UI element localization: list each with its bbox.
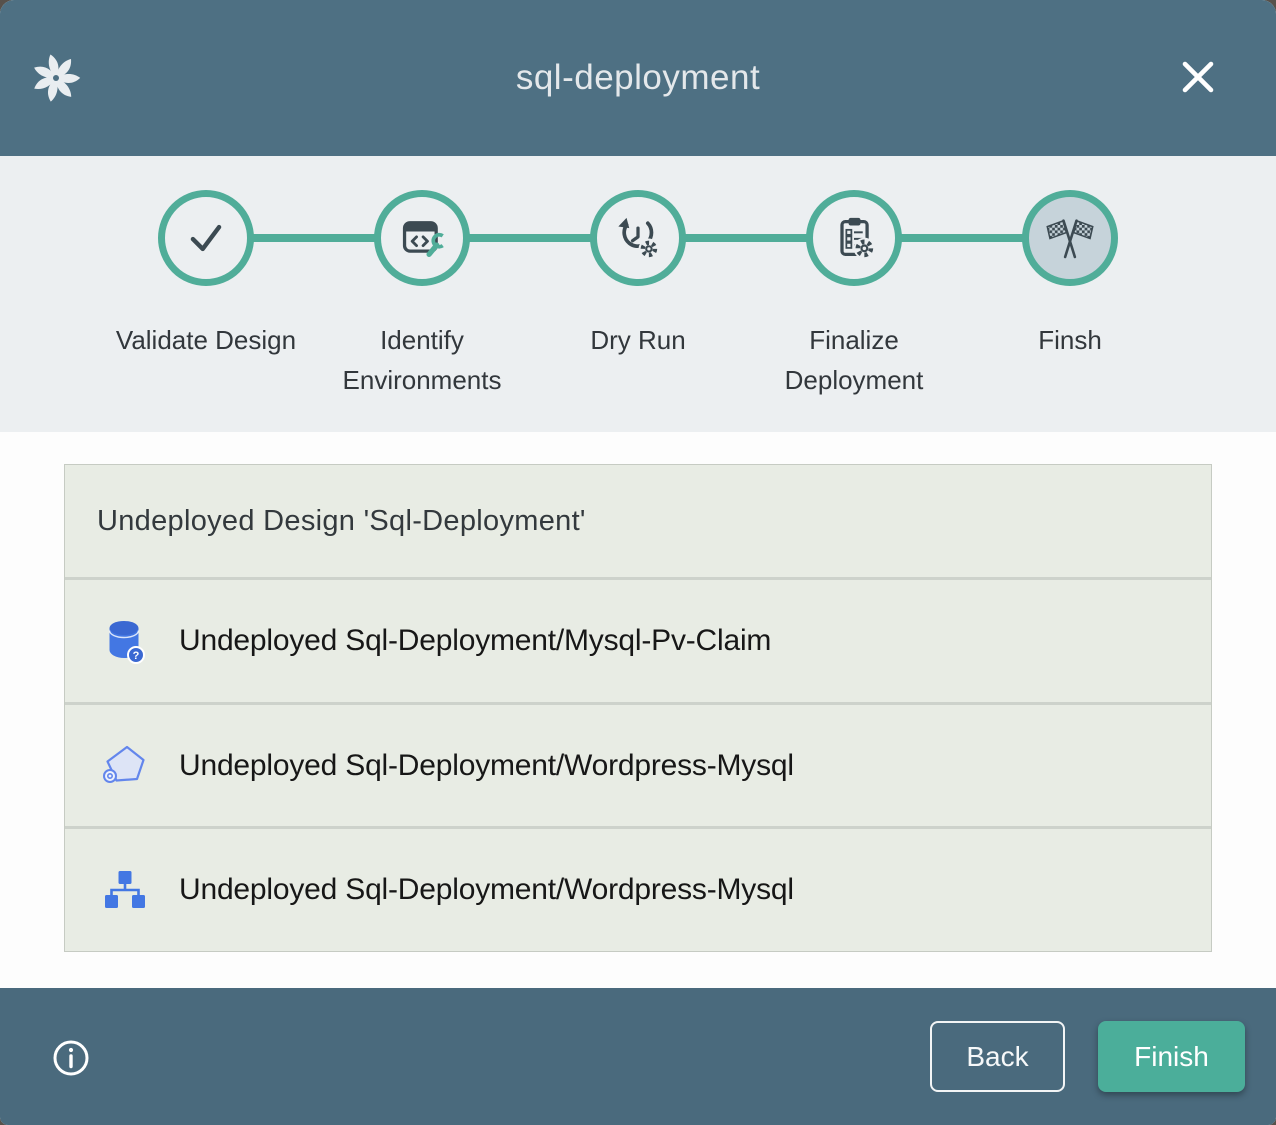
status-row-text: Undeployed Sql-Deployment/Wordpress-Mysq… xyxy=(179,749,794,783)
wizard-content: Undeployed Design 'Sql-Deployment' ? Und… xyxy=(0,432,1276,988)
step-label: Dry Run xyxy=(590,320,685,360)
database-icon: ? xyxy=(103,616,147,666)
finish-button[interactable]: Finish xyxy=(1098,1021,1245,1092)
status-panel-header: Undeployed Design 'Sql-Deployment' xyxy=(65,465,1211,577)
status-row-text: Undeployed Sql-Deployment/Wordpress-Mysq… xyxy=(179,873,794,907)
topology-icon xyxy=(102,867,148,913)
info-button[interactable] xyxy=(52,1039,90,1077)
status-panel-title: Undeployed Design 'Sql-Deployment' xyxy=(97,505,586,538)
svg-text:?: ? xyxy=(133,650,140,662)
modal-title: sql-deployment xyxy=(0,0,1276,156)
deployment-status-panel: Undeployed Design 'Sql-Deployment' ? Und… xyxy=(64,464,1212,952)
back-button[interactable]: Back xyxy=(930,1021,1065,1092)
step-circle-finish[interactable] xyxy=(1022,190,1118,286)
step-circle-finalize-deployment[interactable] xyxy=(806,190,902,286)
step-label: Finsh xyxy=(1038,320,1102,360)
deployment-wizard-modal: sql-deployment Validate Design xyxy=(0,0,1276,1125)
step-label: Finalize Deployment xyxy=(748,320,960,400)
status-row-text: Undeployed Sql-Deployment/Mysql-Pv-Claim xyxy=(179,624,771,658)
checkered-flags-icon xyxy=(1044,214,1096,262)
step-validate-design: Validate Design xyxy=(98,156,314,432)
modal-header: sql-deployment xyxy=(0,0,1276,156)
wizard-stepper: Validate Design Identify Environments xyxy=(0,156,1276,432)
step-dry-run: Dry Run xyxy=(530,156,746,432)
step-label: Identify Environments xyxy=(316,320,528,400)
info-icon xyxy=(52,1039,90,1077)
step-identify-environments: Identify Environments xyxy=(314,156,530,432)
step-finalize-deployment: Finalize Deployment xyxy=(746,156,962,432)
status-row-wordpress-mysql-node: Undeployed Sql-Deployment/Wordpress-Mysq… xyxy=(65,705,1211,827)
history-gear-icon xyxy=(614,214,662,262)
modal-footer: Back Finish xyxy=(0,988,1276,1125)
step-finish: Finsh xyxy=(962,156,1178,432)
step-label: Validate Design xyxy=(116,320,296,360)
step-circle-validate-design[interactable] xyxy=(158,190,254,286)
step-circle-dry-run[interactable] xyxy=(590,190,686,286)
step-circle-identify-environments[interactable] xyxy=(374,190,470,286)
check-icon xyxy=(182,214,230,262)
code-wrench-icon xyxy=(398,214,446,262)
status-row-mysql-pv-claim: ? Undeployed Sql-Deployment/Mysql-Pv-Cla… xyxy=(65,580,1211,702)
status-row-wordpress-mysql-topology: Undeployed Sql-Deployment/Wordpress-Mysq… xyxy=(65,829,1211,951)
pentagon-node-icon xyxy=(101,743,149,789)
clipboard-gear-icon xyxy=(830,214,878,262)
close-button[interactable] xyxy=(1178,57,1218,97)
close-icon xyxy=(1178,57,1218,97)
